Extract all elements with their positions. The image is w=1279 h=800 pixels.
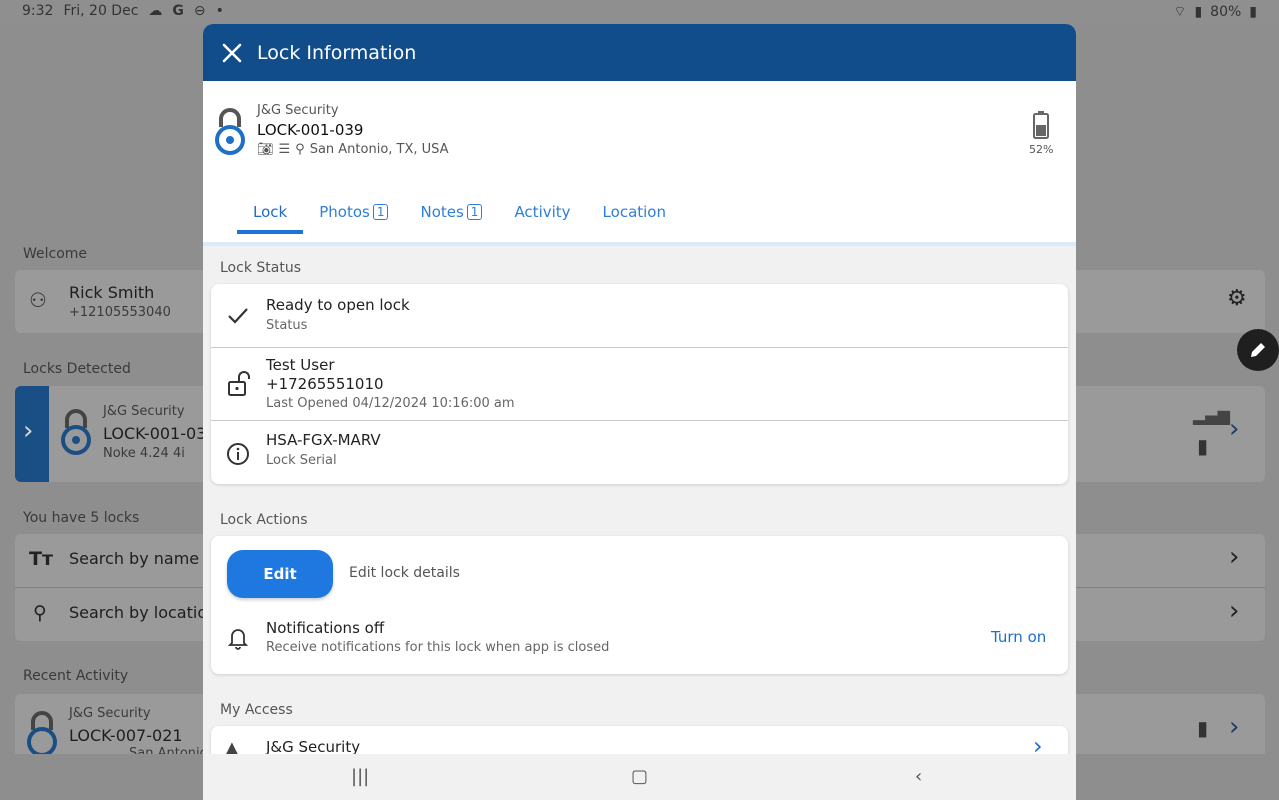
lock-information-modal: Lock Information J&G Security LOCK-001-0… (203, 24, 1076, 800)
battery-icon: ▮ (1197, 434, 1209, 458)
search-by-location-label: Search by location (69, 603, 218, 622)
home-icon[interactable]: ▢ (631, 766, 648, 787)
battery-level: 52% (1029, 143, 1054, 156)
modal-header: Lock Information (203, 24, 1076, 81)
lock-summary: J&G Security LOCK-001-039 📷︎ ☰ ⚲ San Ant… (203, 81, 1076, 245)
serial-row: HSA-FGX-MARV Lock Serial (211, 421, 1068, 484)
tab-label: Location (602, 203, 666, 221)
camera-icon: 📷︎ (257, 142, 274, 157)
status-time: 9:32 (22, 3, 54, 19)
my-access-label: My Access (220, 702, 293, 718)
status-title: Ready to open lock (266, 296, 410, 314)
recent-lock-brand: J&G Security (69, 706, 151, 721)
status-bar: 9:32 Fri, 20 Dec ☁ G ⊖ • ⌔ ▮ 80% ▮ (0, 0, 1279, 24)
bell-icon (227, 629, 249, 650)
lock-serial: HSA-FGX-MARV (266, 431, 381, 449)
welcome-label: Welcome (23, 246, 88, 262)
cloud-icon: ☁ (148, 3, 163, 19)
lock-serial-label: Lock Serial (266, 453, 337, 468)
lock-brand: J&G Security (257, 103, 339, 118)
lock-actions-card: Edit Edit lock details Notifications off… (211, 536, 1068, 674)
detected-lock-name: LOCK-001-039 (103, 424, 217, 443)
last-opened-time: Last Opened 04/12/2024 10:16:00 am (266, 396, 515, 411)
tab-notes[interactable]: Notes 1 (404, 193, 498, 233)
tab-underline-track (203, 242, 1076, 246)
chevron-right-icon: › (1229, 542, 1240, 572)
last-user-phone: +17265551010 (266, 375, 384, 393)
dnd-icon: ⊖ (193, 3, 206, 19)
last-user-name: Test User (266, 356, 335, 374)
lock-name: LOCK-001-039 (257, 121, 364, 139)
dot-icon: • (215, 3, 224, 19)
recent-apps-icon[interactable]: ||| (351, 766, 369, 787)
gear-icon[interactable]: ⚙ (1227, 286, 1247, 311)
detected-lock-brand: J&G Security (103, 404, 185, 419)
wifi-icon: ⌔ (1173, 4, 1187, 20)
close-icon[interactable] (221, 42, 243, 64)
back-icon[interactable]: ‹ (915, 766, 922, 787)
lock-status-card: Ready to open lock Status Test User +172… (211, 284, 1068, 484)
check-icon (228, 308, 248, 324)
recent-activity-label: Recent Activity (23, 668, 129, 684)
padlock-icon (215, 108, 245, 155)
edit-description: Edit lock details (349, 565, 460, 581)
locks-detected-label: Locks Detected (23, 361, 131, 377)
notes-count-badge: 1 (466, 204, 483, 220)
user-phone: +12105553040 (69, 305, 171, 320)
status-subtitle: Status (266, 318, 308, 333)
tab-label: Photos (319, 203, 370, 221)
edit-button[interactable]: Edit (227, 550, 333, 598)
chevron-right-icon[interactable]: › (1229, 414, 1239, 444)
expand-handle[interactable]: › (15, 386, 49, 482)
tab-lock[interactable]: Lock (237, 193, 304, 234)
location-pin-icon: ⚲ (33, 602, 47, 624)
tab-bar: Lock Photos 1 Notes 1 Activity Location (237, 193, 682, 234)
tab-activity[interactable]: Activity (498, 193, 586, 233)
battery-percent: 80% (1210, 4, 1242, 20)
notes-icon: ☰ (278, 142, 291, 157)
notifications-title: Notifications off (266, 619, 385, 637)
status-date: Fri, 20 Dec (63, 3, 139, 19)
tab-location[interactable]: Location (587, 193, 682, 233)
battery-icon: ▮ (1197, 716, 1209, 740)
chevron-right-icon[interactable]: › (1229, 712, 1239, 742)
chevron-right-icon: › (1229, 596, 1240, 626)
tab-photos[interactable]: Photos 1 (303, 193, 404, 233)
tab-label: Lock (253, 203, 288, 221)
tab-label: Activity (514, 203, 571, 221)
location-pin-icon: ⚲ (295, 142, 305, 157)
lock-location: San Antonio, TX, USA (309, 142, 449, 157)
padlock-icon (27, 711, 57, 754)
google-icon: G (172, 3, 184, 19)
battery-icon (1033, 111, 1049, 139)
padlock-icon (61, 409, 91, 455)
status-row: Ready to open lock Status (211, 284, 1068, 347)
detected-lock-model: Noke 4.24 4i (103, 446, 185, 461)
photos-count-badge: 1 (372, 204, 389, 220)
lock-meta: 📷︎ ☰ ⚲ San Antonio, TX, USA (257, 142, 449, 157)
info-icon (227, 443, 249, 465)
recent-lock-location: San Antonio (129, 746, 208, 754)
system-navigation-bar: ||| ▢ ‹ (203, 754, 1076, 800)
tab-label: Notes (420, 203, 464, 221)
turn-on-notifications-button[interactable]: Turn on (991, 628, 1046, 646)
edit-fab[interactable] (1237, 329, 1279, 371)
signal-bars-icon: ▂▄▆ (1193, 406, 1230, 425)
person-icon: ⚇ (29, 288, 47, 312)
lock-actions-label: Lock Actions (220, 512, 308, 528)
locks-count-label: You have 5 locks (23, 510, 140, 526)
modal-title: Lock Information (257, 41, 417, 64)
pencil-icon (1251, 343, 1265, 357)
search-by-name-label: Search by name (69, 549, 200, 568)
unlocked-padlock-icon (228, 371, 250, 396)
user-name: Rick Smith (69, 283, 155, 302)
battery-icon: ▮ (1249, 4, 1257, 20)
notifications-subtitle: Receive notifications for this lock when… (266, 640, 610, 655)
recent-lock-name: LOCK-007-021 (69, 726, 183, 745)
signal-icon: ▮ (1194, 4, 1203, 20)
last-opened-row: Test User +17265551010 Last Opened 04/12… (211, 348, 1068, 420)
lock-status-label: Lock Status (220, 260, 301, 276)
chevron-right-icon: › (23, 416, 34, 446)
text-size-icon: Tт (29, 548, 53, 570)
